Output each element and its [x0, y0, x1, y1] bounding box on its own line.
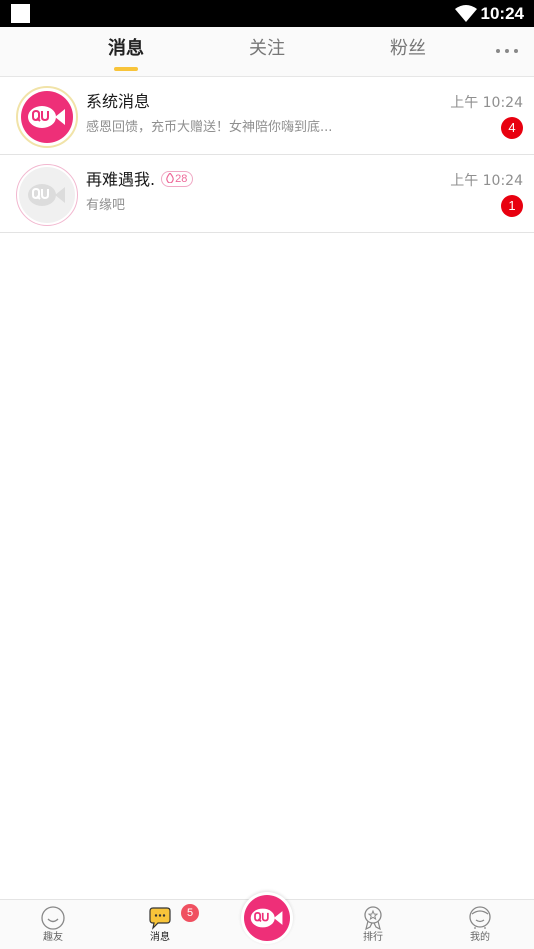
app-logo-icon — [28, 184, 65, 206]
profile-face-icon — [469, 906, 491, 929]
avatar — [16, 86, 78, 148]
unread-badge: 4 — [501, 117, 523, 139]
nav-item-profile[interactable]: 我的 — [450, 900, 510, 949]
chat-bubble-icon — [149, 907, 171, 930]
more-icon[interactable] — [496, 49, 518, 55]
app-logo-icon — [250, 908, 283, 928]
conversation-title-text: 再难遇我. — [86, 170, 156, 189]
wifi-icon — [455, 5, 477, 22]
tab-following[interactable]: 关注 — [227, 27, 307, 77]
nav-item-messages[interactable]: 消息 — [130, 900, 190, 949]
nav-label: 我的 — [470, 932, 490, 943]
conversation-title: 系统消息 — [86, 92, 151, 111]
conversation-time: 上午 10:24 — [450, 173, 523, 189]
drop-icon — [166, 172, 174, 184]
nav-label: 消息 — [150, 932, 170, 943]
conversation-time: 上午 10:24 — [450, 95, 523, 111]
conversation-list: 系统消息 感恩回馈，充币大赠送！女神陪你嗨到底... 上午 10:24 4 再难… — [0, 77, 534, 233]
status-bar: 10:24 — [0, 0, 534, 27]
tab-fans[interactable]: 粉丝 — [368, 27, 448, 77]
center-live-button[interactable] — [241, 892, 293, 944]
ribbon-medal-icon — [364, 906, 382, 930]
app-logo-icon — [28, 106, 65, 128]
level-value: 28 — [175, 173, 188, 185]
level-badge: 28 — [161, 171, 194, 187]
notification-icon — [11, 4, 30, 23]
active-tab-indicator — [114, 67, 138, 71]
nav-label: 排行 — [363, 932, 383, 943]
nav-item-ranking[interactable]: 排行 — [343, 900, 403, 949]
smile-face-icon — [41, 906, 65, 930]
conversation-row-system[interactable]: 系统消息 感恩回馈，充币大赠送！女神陪你嗨到底... 上午 10:24 4 — [0, 77, 534, 155]
unread-badge: 1 — [501, 195, 523, 217]
avatar — [16, 164, 78, 226]
conversation-row-user[interactable]: 再难遇我. 28 有缘吧 上午 10:24 1 — [0, 155, 534, 233]
top-tab-bar: 消息 关注 粉丝 — [0, 27, 534, 77]
nav-item-friends[interactable]: 趣友 — [23, 900, 83, 949]
conversation-title: 再难遇我. 28 — [86, 169, 194, 191]
status-time: 10:24 — [480, 4, 524, 23]
conversation-preview: 感恩回馈，充币大赠送！女神陪你嗨到底... — [86, 120, 333, 135]
nav-label: 趣友 — [43, 932, 63, 943]
nav-badge: 5 — [181, 904, 199, 922]
conversation-preview: 有缘吧 — [86, 198, 126, 213]
